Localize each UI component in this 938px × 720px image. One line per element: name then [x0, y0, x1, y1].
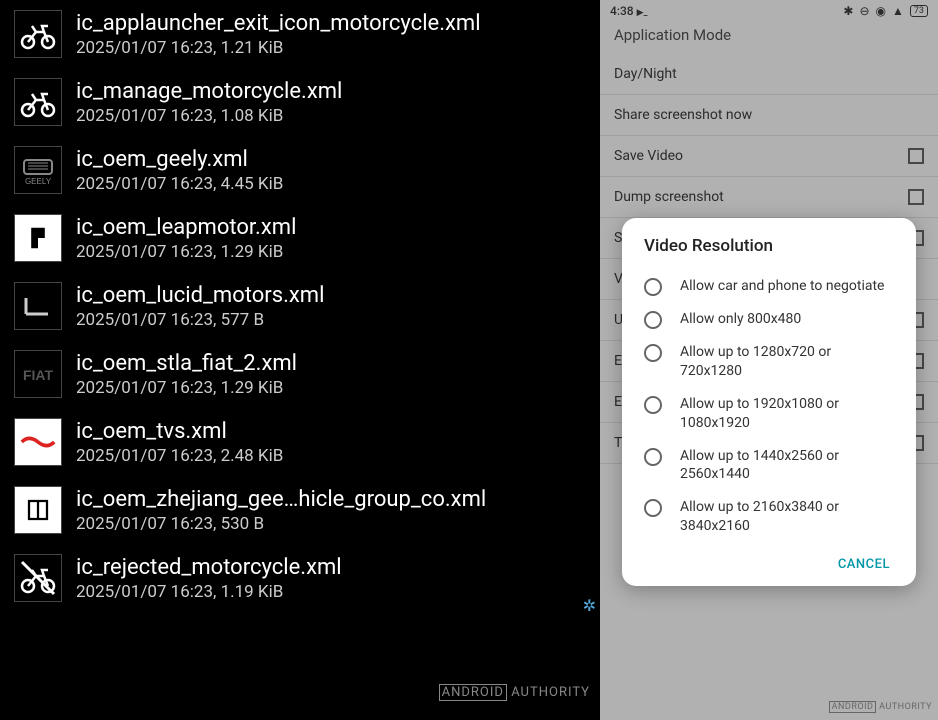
file-meta: 2025/01/07 16:23, 1.21 KiB [76, 38, 481, 58]
file-name: ic_oem_tvs.xml [76, 419, 283, 444]
geely-icon: GEELY [14, 146, 62, 194]
file-row[interactable]: ic_oem_zhejiang_gee…hicle_group_co.xml20… [0, 476, 600, 544]
radio-option[interactable]: Allow up to 1920x1080 or 1080x1920 [626, 388, 912, 440]
file-meta: 2025/01/07 16:23, 1.19 KiB [76, 582, 342, 602]
leapmotor-icon [14, 214, 62, 262]
radio-option[interactable]: Allow car and phone to negotiate [626, 270, 912, 303]
radio-option[interactable]: Allow up to 2160x3840 or 3840x2160 [626, 491, 912, 543]
radio-icon [644, 396, 662, 414]
motorcycle-icon [14, 10, 62, 58]
svg-text:FIAT: FIAT [23, 367, 54, 383]
file-name: ic_oem_zhejiang_gee…hicle_group_co.xml [76, 487, 486, 512]
radio-option[interactable]: Allow up to 1440x2560 or 2560x1440 [626, 440, 912, 492]
svg-text:GEELY: GEELY [25, 177, 52, 186]
option-label: Allow only 800x480 [680, 310, 801, 329]
cancel-button[interactable]: CANCEL [838, 557, 890, 572]
file-row[interactable]: FIAT ic_oem_stla_fiat_2.xml2025/01/07 16:… [0, 340, 600, 408]
file-list-panel: ic_applauncher_exit_icon_motorcycle.xml2… [0, 0, 600, 720]
radio-icon [644, 344, 662, 362]
option-label: Allow up to 1920x1080 or 1080x1920 [680, 395, 894, 433]
file-row[interactable]: ic_oem_lucid_motors.xml2025/01/07 16:23,… [0, 272, 600, 340]
settings-panel: 4:38 ▶_ ✱ ⊖ ◉ ▲ 73 Application Mode Day/… [600, 0, 938, 720]
asterisk-mark: ✲ [583, 596, 596, 615]
file-name: ic_oem_geely.xml [76, 147, 283, 172]
dialog-title: Video Resolution [626, 236, 912, 270]
watermark: ANDROID AUTHORITY [439, 685, 590, 700]
option-label: Allow car and phone to negotiate [680, 277, 884, 296]
file-meta: 2025/01/07 16:23, 1.29 KiB [76, 378, 297, 398]
file-meta: 2025/01/07 16:23, 2.48 KiB [76, 446, 283, 466]
file-name: ic_rejected_motorcycle.xml [76, 555, 342, 580]
radio-icon [644, 278, 662, 296]
file-meta: 2025/01/07 16:23, 1.29 KiB [76, 242, 296, 262]
file-row[interactable]: ic_rejected_motorcycle.xml2025/01/07 16:… [0, 544, 600, 612]
tvs-icon [14, 418, 62, 466]
file-row[interactable]: ic_manage_motorcycle.xml2025/01/07 16:23… [0, 68, 600, 136]
radio-option[interactable]: Allow up to 1280x720 or 720x1280 [626, 336, 912, 388]
radio-icon [644, 499, 662, 517]
file-name: ic_oem_leapmotor.xml [76, 215, 296, 240]
option-label: Allow up to 2160x3840 or 3840x2160 [680, 498, 894, 536]
file-meta: 2025/01/07 16:23, 1.08 KiB [76, 106, 342, 126]
file-name: ic_oem_lucid_motors.xml [76, 283, 324, 308]
video-resolution-dialog: Video Resolution Allow car and phone to … [622, 218, 916, 586]
file-row[interactable]: ic_oem_leapmotor.xml2025/01/07 16:23, 1.… [0, 204, 600, 272]
file-meta: 2025/01/07 16:23, 4.45 KiB [76, 174, 283, 194]
lucid-icon [14, 282, 62, 330]
watermark: ANDROID AUTHORITY [829, 702, 932, 712]
file-name: ic_oem_stla_fiat_2.xml [76, 351, 297, 376]
fiat-icon: FIAT [14, 350, 62, 398]
motorcycle-icon [14, 78, 62, 126]
radio-option[interactable]: Allow only 800x480 [626, 303, 912, 336]
option-label: Allow up to 1440x2560 or 2560x1440 [680, 447, 894, 485]
radio-icon [644, 311, 662, 329]
radio-icon [644, 448, 662, 466]
file-meta: 2025/01/07 16:23, 577 B [76, 310, 324, 330]
zge-icon [14, 486, 62, 534]
option-label: Allow up to 1280x720 or 720x1280 [680, 343, 894, 381]
file-name: ic_applauncher_exit_icon_motorcycle.xml [76, 11, 481, 36]
file-row[interactable]: ic_applauncher_exit_icon_motorcycle.xml2… [0, 0, 600, 68]
motorcycle-off-icon [14, 554, 62, 602]
file-meta: 2025/01/07 16:23, 530 B [76, 514, 486, 534]
file-name: ic_manage_motorcycle.xml [76, 79, 342, 104]
file-row[interactable]: GEELY ic_oem_geely.xml2025/01/07 16:23, 4… [0, 136, 600, 204]
file-row[interactable]: ic_oem_tvs.xml2025/01/07 16:23, 2.48 KiB [0, 408, 600, 476]
